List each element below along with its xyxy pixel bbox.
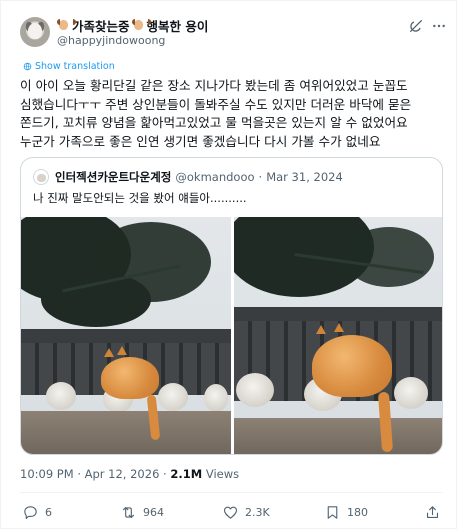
share-button[interactable] (424, 501, 441, 523)
cat-ear (117, 346, 127, 355)
stone-wall (21, 411, 231, 454)
reply-count: 6 (45, 505, 52, 519)
like-button[interactable]: 2.3K (222, 501, 270, 523)
quote-avatar[interactable] (33, 169, 49, 185)
author-display-name[interactable]: 가족찾는중 행복한 용이 (57, 16, 208, 34)
dog-face-emoji-icon (131, 19, 151, 31)
quote-display-name: 인터젝션카운트다운계정 (55, 170, 172, 184)
orange-cat (312, 335, 392, 397)
roof-tile-end-cap (158, 383, 188, 411)
repost-icon (122, 506, 135, 518)
avatar-dog-face (28, 23, 42, 39)
cat-on-roof-photo-1[interactable] (21, 217, 231, 454)
action-bar: 6 964 2.3K 180 (20, 501, 443, 523)
quote-media-grid (21, 217, 442, 454)
repost-button[interactable]: 964 (120, 501, 164, 523)
bookmark-button[interactable]: 180 (324, 501, 368, 523)
roof-tile-end-cap (46, 382, 76, 410)
bookmark-icon (327, 505, 338, 519)
post-timestamp: 10:09 PM · Apr 12, 2026 · 2.1M Views (20, 467, 239, 481)
tree-foliage (41, 272, 151, 327)
cat-ear (334, 323, 344, 332)
author-name-part-1: 가족찾는중 (72, 18, 130, 34)
post-time[interactable]: 10:09 PM (20, 467, 74, 481)
roof-tile-end-cap (394, 377, 428, 409)
post-card: 가족찾는중 행복한 용이 @happyjindowoong Show trans… (0, 0, 457, 529)
more-icon[interactable] (431, 18, 447, 34)
views-label: Views (205, 467, 240, 481)
orange-cat (101, 357, 159, 399)
show-translation-link[interactable]: Show translation (23, 61, 115, 72)
roof-ridge (234, 307, 442, 321)
quoted-post[interactable]: 인터젝션카운트다운계정 @okmandooo · Mar 31, 2024 나 … (20, 157, 443, 455)
cat-ear (104, 348, 114, 357)
post-date[interactable]: Apr 12, 2026 (85, 467, 160, 481)
like-count: 2.3K (245, 505, 270, 519)
roof-tile-end-cap (204, 384, 228, 412)
tree-foliage (344, 227, 434, 287)
heart-icon (223, 506, 238, 519)
reply-icon (24, 505, 37, 519)
cat-on-roof-photo-2[interactable] (234, 217, 442, 454)
share-icon (426, 505, 439, 518)
author-handle[interactable]: @happyjindowoong (57, 34, 165, 47)
globe-icon (23, 62, 32, 71)
post-meta-separator: · (77, 467, 81, 481)
quote-text: 나 진짜 말도안되는 것을 봤어 얘들아.......... (33, 191, 247, 205)
post-text: 이 아이 오늘 황리단길 같은 장소 지나가다 봤는데 좀 여위어있었고 눈꼽도… (20, 78, 412, 149)
roof-ridge (21, 329, 231, 343)
show-translation-label: Show translation (35, 61, 115, 72)
dog-face-emoji-icon (57, 19, 76, 31)
cat-ear (316, 325, 326, 334)
reply-button[interactable]: 6 (22, 501, 52, 523)
avatar[interactable] (20, 17, 50, 47)
grok-icon[interactable] (408, 18, 424, 34)
divider (20, 492, 443, 493)
stone-wall (234, 418, 442, 454)
quote-separator: · (258, 170, 263, 184)
quote-header: 인터젝션카운트다운계정 @okmandooo · Mar 31, 2024 (55, 169, 343, 185)
quote-handle: @okmandooo (175, 170, 255, 184)
bookmark-count: 180 (347, 505, 368, 519)
roof-tile-end-cap (236, 373, 274, 407)
post-meta-separator: · (163, 467, 167, 481)
repost-count: 964 (143, 505, 164, 519)
quote-date: Mar 31, 2024 (266, 170, 343, 184)
views-count: 2.1M (170, 467, 203, 481)
author-name-part-2: 행복한 용이 (146, 18, 209, 34)
